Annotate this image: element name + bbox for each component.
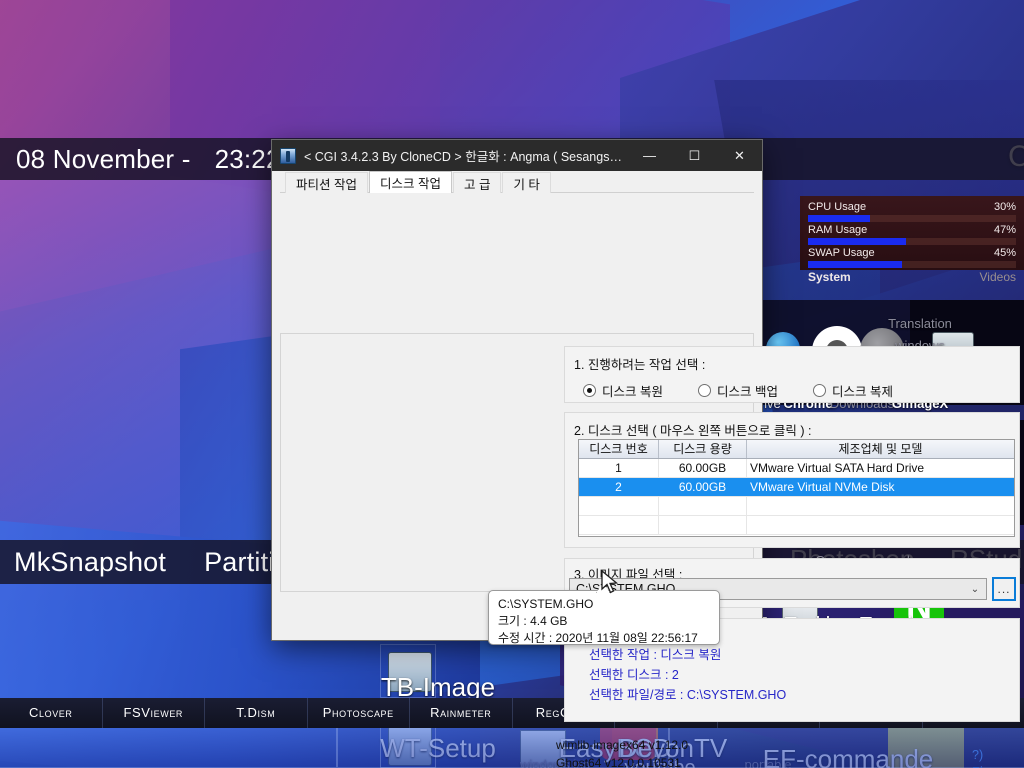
mouse-cursor: [601, 570, 619, 594]
chevron-down-icon[interactable]: ⌄: [964, 584, 986, 595]
dock-item[interactable]: Photoscape: [308, 698, 410, 728]
table-body[interactable]: 1 60.00GB VMware Virtual SATA Hard Drive 2 6…: [579, 459, 1014, 535]
close-button[interactable]: ✕: [717, 140, 762, 171]
sysmon-bar-track: [808, 215, 1016, 222]
system-monitor-widget: CPU Usage 30% RAM Usage 47% SWAP Usage 4…: [800, 196, 1024, 284]
radio-label: 디스크 백업: [717, 385, 778, 399]
tab-0[interactable]: 파티션 작업: [285, 172, 368, 193]
section-operation-select: 1. 진행하려는 작업 선택 : 디스크 복원 디스크 백업 디스크 복제: [564, 346, 1020, 403]
dock-item[interactable]: Clover: [0, 698, 103, 728]
radio-label: 디스크 복원: [602, 385, 663, 399]
table-row[interactable]: [579, 497, 1014, 516]
sysmon-label: RAM Usage: [808, 224, 868, 236]
table-cell: 60.00GB: [659, 478, 747, 496]
radio-dot-icon: [583, 384, 596, 397]
sysmon-footer-videos: Videos: [979, 270, 1016, 284]
footer-version-info: wimlib-imagex64 v1.12.0 Ghost64 v12.0.0.…: [556, 736, 688, 768]
tooltip-modified: 수정 시간 : 2020년 11월 08일 22:56:17: [498, 631, 698, 645]
table-cell: [747, 516, 1014, 534]
info-link[interactable]: ?)정보: [972, 748, 984, 768]
window-title: < CGI 3.4.2.3 By CloneCD > 한글화 : Angma (…: [304, 150, 627, 164]
table-cell: 1: [579, 459, 659, 477]
app-icon: [280, 147, 296, 164]
tab-strip[interactable]: 파티션 작업 디스크 작업 고 급기 타: [272, 171, 762, 193]
table-header-row: 디스크 번호 디스크 용량 제조업체 및 모델: [579, 440, 1014, 459]
table-cell: 2: [579, 478, 659, 496]
table-row[interactable]: [579, 516, 1014, 535]
table-cell: [659, 516, 747, 534]
sysmon-footer-system: System: [808, 270, 851, 284]
sysmon-label: SWAP Usage: [808, 247, 875, 259]
minimize-button[interactable]: —: [627, 140, 672, 171]
sysmon-row: RAM Usage 47%: [808, 224, 1016, 245]
tooltip-size: 크기 : 4.4 GB: [498, 614, 568, 628]
strip-label-mksnapshot: MkSnapshot: [14, 546, 167, 577]
table-cell: [659, 497, 747, 515]
grid-cell: [380, 644, 436, 698]
tab-3[interactable]: 기 타: [502, 172, 551, 193]
status-line-disk: 선택한 디스크 : 2: [589, 668, 679, 682]
browse-button[interactable]: ...: [992, 577, 1016, 601]
tab-1[interactable]: 디스크 작업: [368, 171, 452, 193]
table-row[interactable]: 1 60.00GB VMware Virtual SATA Hard Drive: [579, 459, 1014, 478]
table-cell: VMware Virtual SATA Hard Drive: [750, 461, 925, 475]
tab-2[interactable]: 고 급: [452, 172, 502, 193]
section1-title: 1. 진행하려는 작업 선택 :: [574, 358, 706, 372]
desktop-icon-label[interactable]: Translation: [888, 316, 952, 331]
radio-disk-restore[interactable]: 디스크 복원: [583, 381, 698, 400]
table-cell: [747, 497, 1014, 515]
radio-disk-clone[interactable]: 디스크 복제: [813, 381, 893, 400]
table-cell: [579, 497, 659, 515]
radio-label: 디스크 복제: [832, 385, 893, 399]
tooltip-path: C:\SYSTEM.GHO: [498, 597, 594, 611]
clock-time: 23:22: [214, 143, 281, 174]
column-header-model: 제조업체 및 모델: [838, 442, 923, 456]
footer-ghost-version: Ghost64 v12.0.0.10531: [556, 756, 681, 768]
window-titlebar[interactable]: < CGI 3.4.2.3 By CloneCD > 한글화 : Angma (…: [272, 140, 762, 171]
sysmon-bar-fill: [808, 215, 871, 222]
column-header-disk-number: 디스크 번호: [579, 440, 659, 458]
file-info-tooltip: C:\SYSTEM.GHO 크기 : 4.4 GB 수정 시간 : 2020년 …: [488, 590, 720, 645]
status-line-operation: 선택한 작업 : 디스크 복원: [589, 648, 722, 662]
sysmon-bar-fill: [808, 261, 902, 268]
table-cell: VMware Virtual NVMe Disk: [750, 480, 895, 494]
table-cell: [579, 516, 659, 534]
cgi-application-window[interactable]: < CGI 3.4.2.3 By CloneCD > 한글화 : Angma (…: [272, 140, 1020, 768]
sysmon-bar-track: [808, 238, 1016, 245]
dock-item[interactable]: FSViewer: [103, 698, 205, 728]
column-header-disk-size: 디스크 용량: [659, 440, 747, 458]
sysmon-bar-track: [808, 261, 1016, 268]
clock-date: 08 November -: [16, 143, 191, 174]
disk-list-table[interactable]: 디스크 번호 디스크 용량 제조업체 및 모델 1 60.00GB VMware V…: [578, 439, 1015, 537]
dock-item[interactable]: T.Dism: [205, 698, 308, 728]
status-line-path: 선택한 파일/경로 : C:\SYSTEM.GHO: [589, 688, 787, 702]
sysmon-row: SWAP Usage 45%: [808, 247, 1016, 268]
radio-disk-backup[interactable]: 디스크 백업: [698, 381, 813, 400]
footer-wimlib-version: wimlib-imagex64 v1.12.0: [556, 738, 689, 752]
sysmon-row: CPU Usage 30%: [808, 201, 1016, 222]
radio-dot-icon: [813, 384, 826, 397]
radio-dot-icon: [698, 384, 711, 397]
sysmon-value: 47%: [993, 224, 1016, 236]
sysmon-value: 45%: [993, 247, 1016, 259]
table-row[interactable]: 2 60.00GB VMware Virtual NVMe Disk: [579, 478, 1014, 497]
table-cell: 60.00GB: [659, 459, 747, 477]
dock-item[interactable]: Rainmeter: [410, 698, 513, 728]
sysmon-bar-fill: [808, 238, 906, 245]
maximize-button[interactable]: ☐: [672, 140, 717, 171]
sysmon-value: 30%: [993, 201, 1016, 213]
section2-title: 2. 디스크 선택 ( 마우스 왼쪽 버튼으로 클릭 ) :: [574, 424, 812, 438]
sysmon-label: CPU Usage: [808, 201, 867, 213]
